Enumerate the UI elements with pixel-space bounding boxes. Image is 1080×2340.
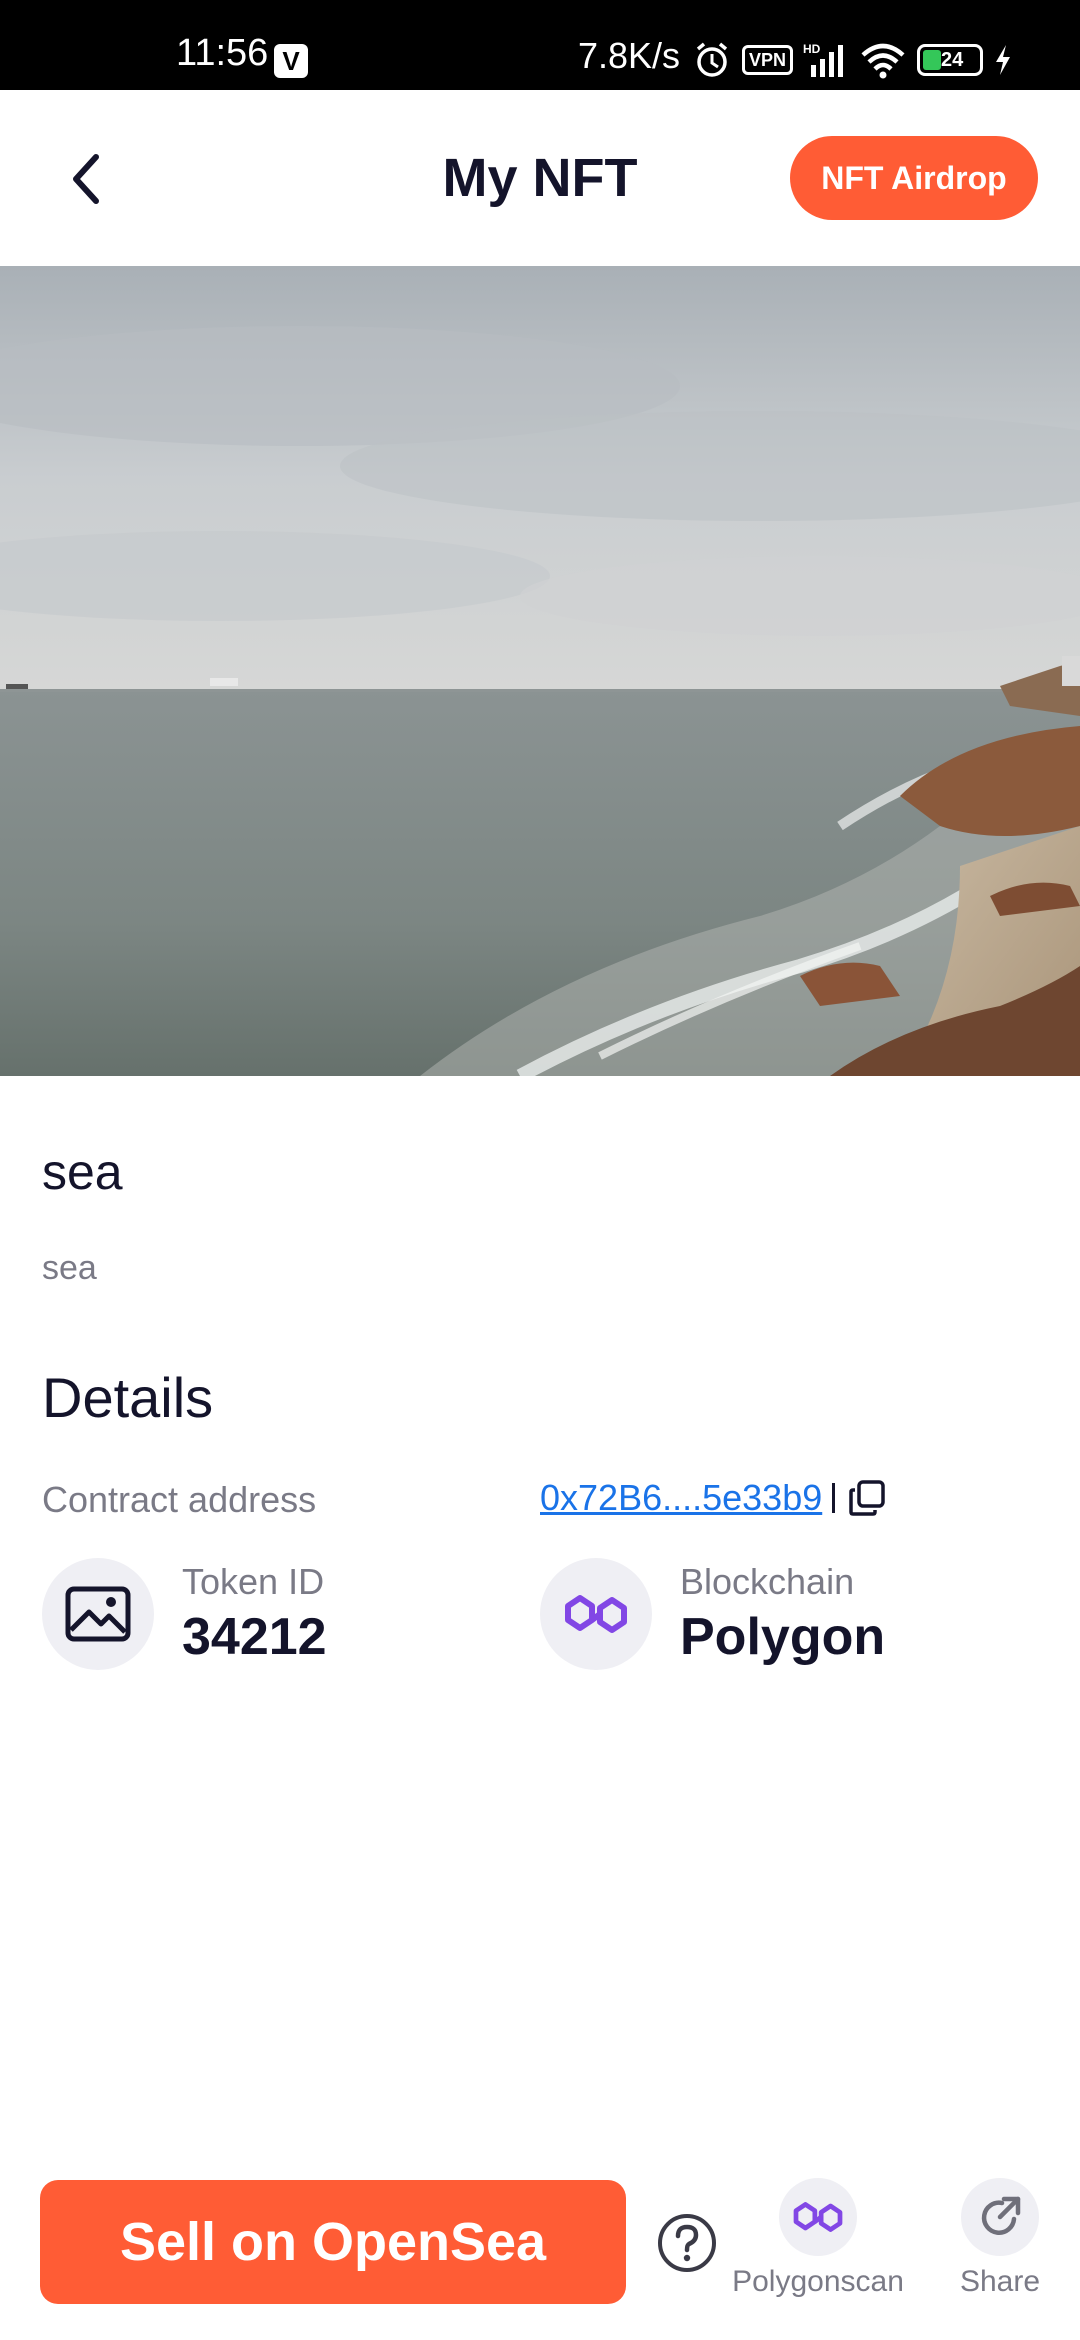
app-header: My NFT NFT Airdrop — [0, 90, 1080, 266]
token-id-value: 34212 — [182, 1608, 327, 1666]
notification-icon: V — [274, 44, 308, 78]
nft-image — [0, 266, 1080, 1076]
wifi-icon — [859, 41, 907, 79]
blockchain-label: Blockchain — [680, 1561, 855, 1602]
image-icon — [65, 1586, 131, 1642]
status-time: 11:56 — [176, 32, 269, 74]
contract-address-label: Contract address — [42, 1479, 317, 1520]
token-id-block: Token ID 34212 — [42, 1558, 327, 1670]
blockchain-block: Blockchain Polygon — [540, 1558, 885, 1670]
svg-text:HD: HD — [803, 42, 821, 56]
vpn-icon: VPN — [742, 45, 794, 75]
network-speed: 7.8K/s — [578, 35, 681, 76]
contract-address-row: 0x72B6....5e33b9 — [540, 1476, 889, 1520]
battery-icon: 24 — [917, 44, 984, 76]
signal-icon: HD — [803, 41, 849, 79]
blockchain-icon-wrapper — [540, 1558, 652, 1670]
details-heading: Details — [42, 1366, 214, 1429]
help-icon[interactable] — [656, 2212, 718, 2274]
copy-icon[interactable] — [845, 1476, 889, 1520]
token-id-label: Token ID — [182, 1561, 325, 1602]
polygon-icon — [565, 1595, 627, 1633]
charging-icon — [993, 43, 1013, 77]
share-icon-wrapper — [961, 2178, 1039, 2256]
nft-description: sea — [42, 1249, 97, 1287]
text-separator — [832, 1483, 836, 1513]
nft-airdrop-button[interactable]: NFT Airdrop — [790, 136, 1038, 220]
token-id-icon-wrapper — [42, 1558, 154, 1670]
battery-level: 24 — [941, 48, 964, 71]
share-button[interactable]: Share — [910, 2178, 1080, 2300]
polygonscan-label: Polygonscan — [732, 2265, 904, 2298]
status-icons: VPN HD 24 — [692, 40, 1013, 80]
sea-landscape-image — [0, 266, 1080, 1076]
polygonscan-icon-wrapper — [779, 2178, 857, 2256]
sell-on-opensea-button[interactable]: Sell on OpenSea — [40, 2180, 626, 2304]
share-label: Share — [959, 2265, 1041, 2298]
contract-address-link[interactable]: 0x72B6....5e33b9 — [540, 1476, 822, 1520]
status-bar: 11:56 V 7.8K/s VPN HD 24 — [0, 0, 1080, 90]
share-icon — [981, 2196, 1021, 2235]
nft-name: sea — [42, 1144, 123, 1200]
blockchain-value: Polygon — [680, 1608, 886, 1666]
alarm-icon — [692, 40, 732, 80]
polygon-icon — [793, 2202, 843, 2232]
polygonscan-button[interactable]: Polygonscan — [728, 2178, 908, 2300]
